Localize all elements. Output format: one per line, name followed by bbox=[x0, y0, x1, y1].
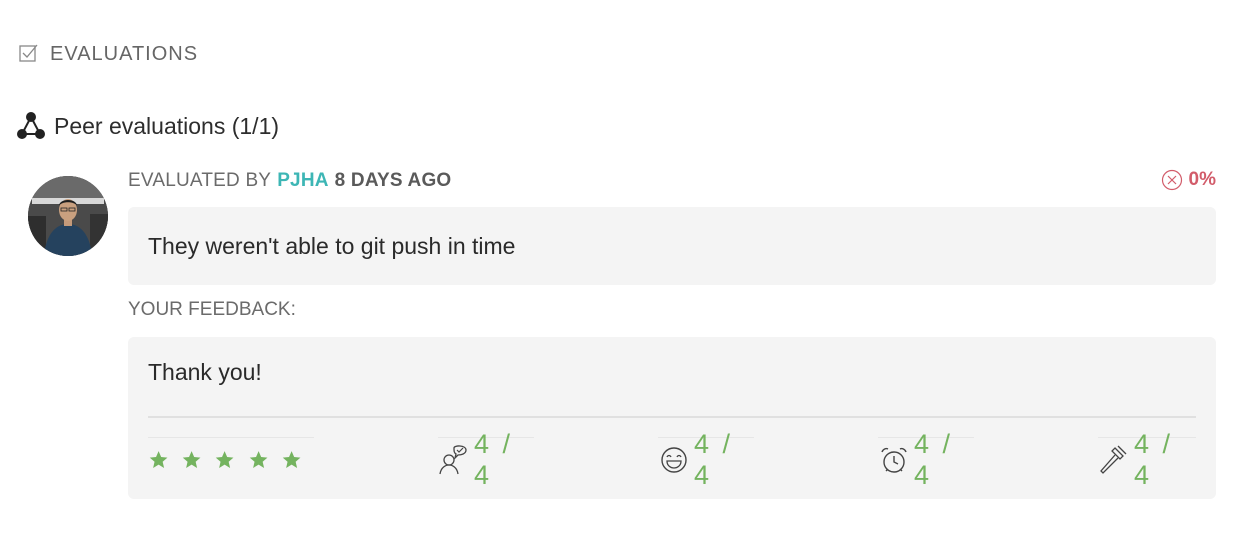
evaluator-comment-text: They weren't able to git push in time bbox=[148, 232, 516, 259]
feedback-label: YOUR FEEDBACK: bbox=[128, 299, 296, 320]
feedback-divider bbox=[148, 416, 1196, 418]
score-value: 0% bbox=[1188, 169, 1216, 190]
rating-value: 4 / 4 bbox=[1134, 429, 1174, 490]
fail-circle-icon bbox=[1161, 169, 1183, 191]
rating-rigor: 4 / 4 bbox=[1098, 429, 1196, 490]
checkbox-icon bbox=[18, 43, 40, 65]
evaluated-by-label: EVALUATED BY bbox=[128, 170, 272, 191]
alarm-clock-icon bbox=[878, 444, 910, 476]
evaluation-score: 0% bbox=[1161, 166, 1216, 194]
peer-evaluations-header: Peer evaluations (1/1) bbox=[16, 106, 279, 146]
rating-nice: 4 / 4 bbox=[658, 429, 754, 490]
rating-value: 4 / 4 bbox=[694, 429, 734, 490]
star-icon bbox=[216, 451, 234, 468]
rating-value: 4 / 4 bbox=[474, 429, 514, 490]
star-icon bbox=[249, 451, 268, 468]
star-icon bbox=[282, 451, 301, 468]
star-icon bbox=[182, 451, 201, 468]
peer-evaluations-title: Peer evaluations (1/1) bbox=[54, 112, 280, 139]
interested-icon bbox=[438, 444, 470, 476]
smile-icon bbox=[658, 444, 690, 476]
star-rating bbox=[148, 437, 314, 480]
rating-punctuality: 4 / 4 bbox=[878, 429, 974, 490]
rating-interest: 4 / 4 bbox=[438, 429, 534, 490]
rating-value: 4 / 4 bbox=[914, 429, 954, 490]
evaluator-comment-box: They weren't able to git push in time bbox=[128, 207, 1216, 285]
section-title: EVALUATIONS bbox=[50, 42, 199, 65]
section-header: EVALUATIONS bbox=[18, 40, 198, 68]
peer-graph-icon bbox=[16, 110, 46, 142]
evaluator-avatar[interactable] bbox=[28, 176, 108, 256]
evaluator-username-link[interactable]: PJHA bbox=[277, 170, 328, 192]
hammer-icon bbox=[1098, 444, 1130, 476]
feedback-box: Thank you! 4 / 4 4 / 4 4 / 4 4 / 4 bbox=[128, 337, 1216, 499]
star-icon bbox=[149, 451, 168, 468]
evaluation-time: 8 DAYS AGO bbox=[334, 170, 452, 191]
feedback-text: Thank you! bbox=[148, 359, 262, 385]
evaluation-meta: EVALUATED BY PJHA 8 DAYS AGO bbox=[128, 168, 451, 194]
